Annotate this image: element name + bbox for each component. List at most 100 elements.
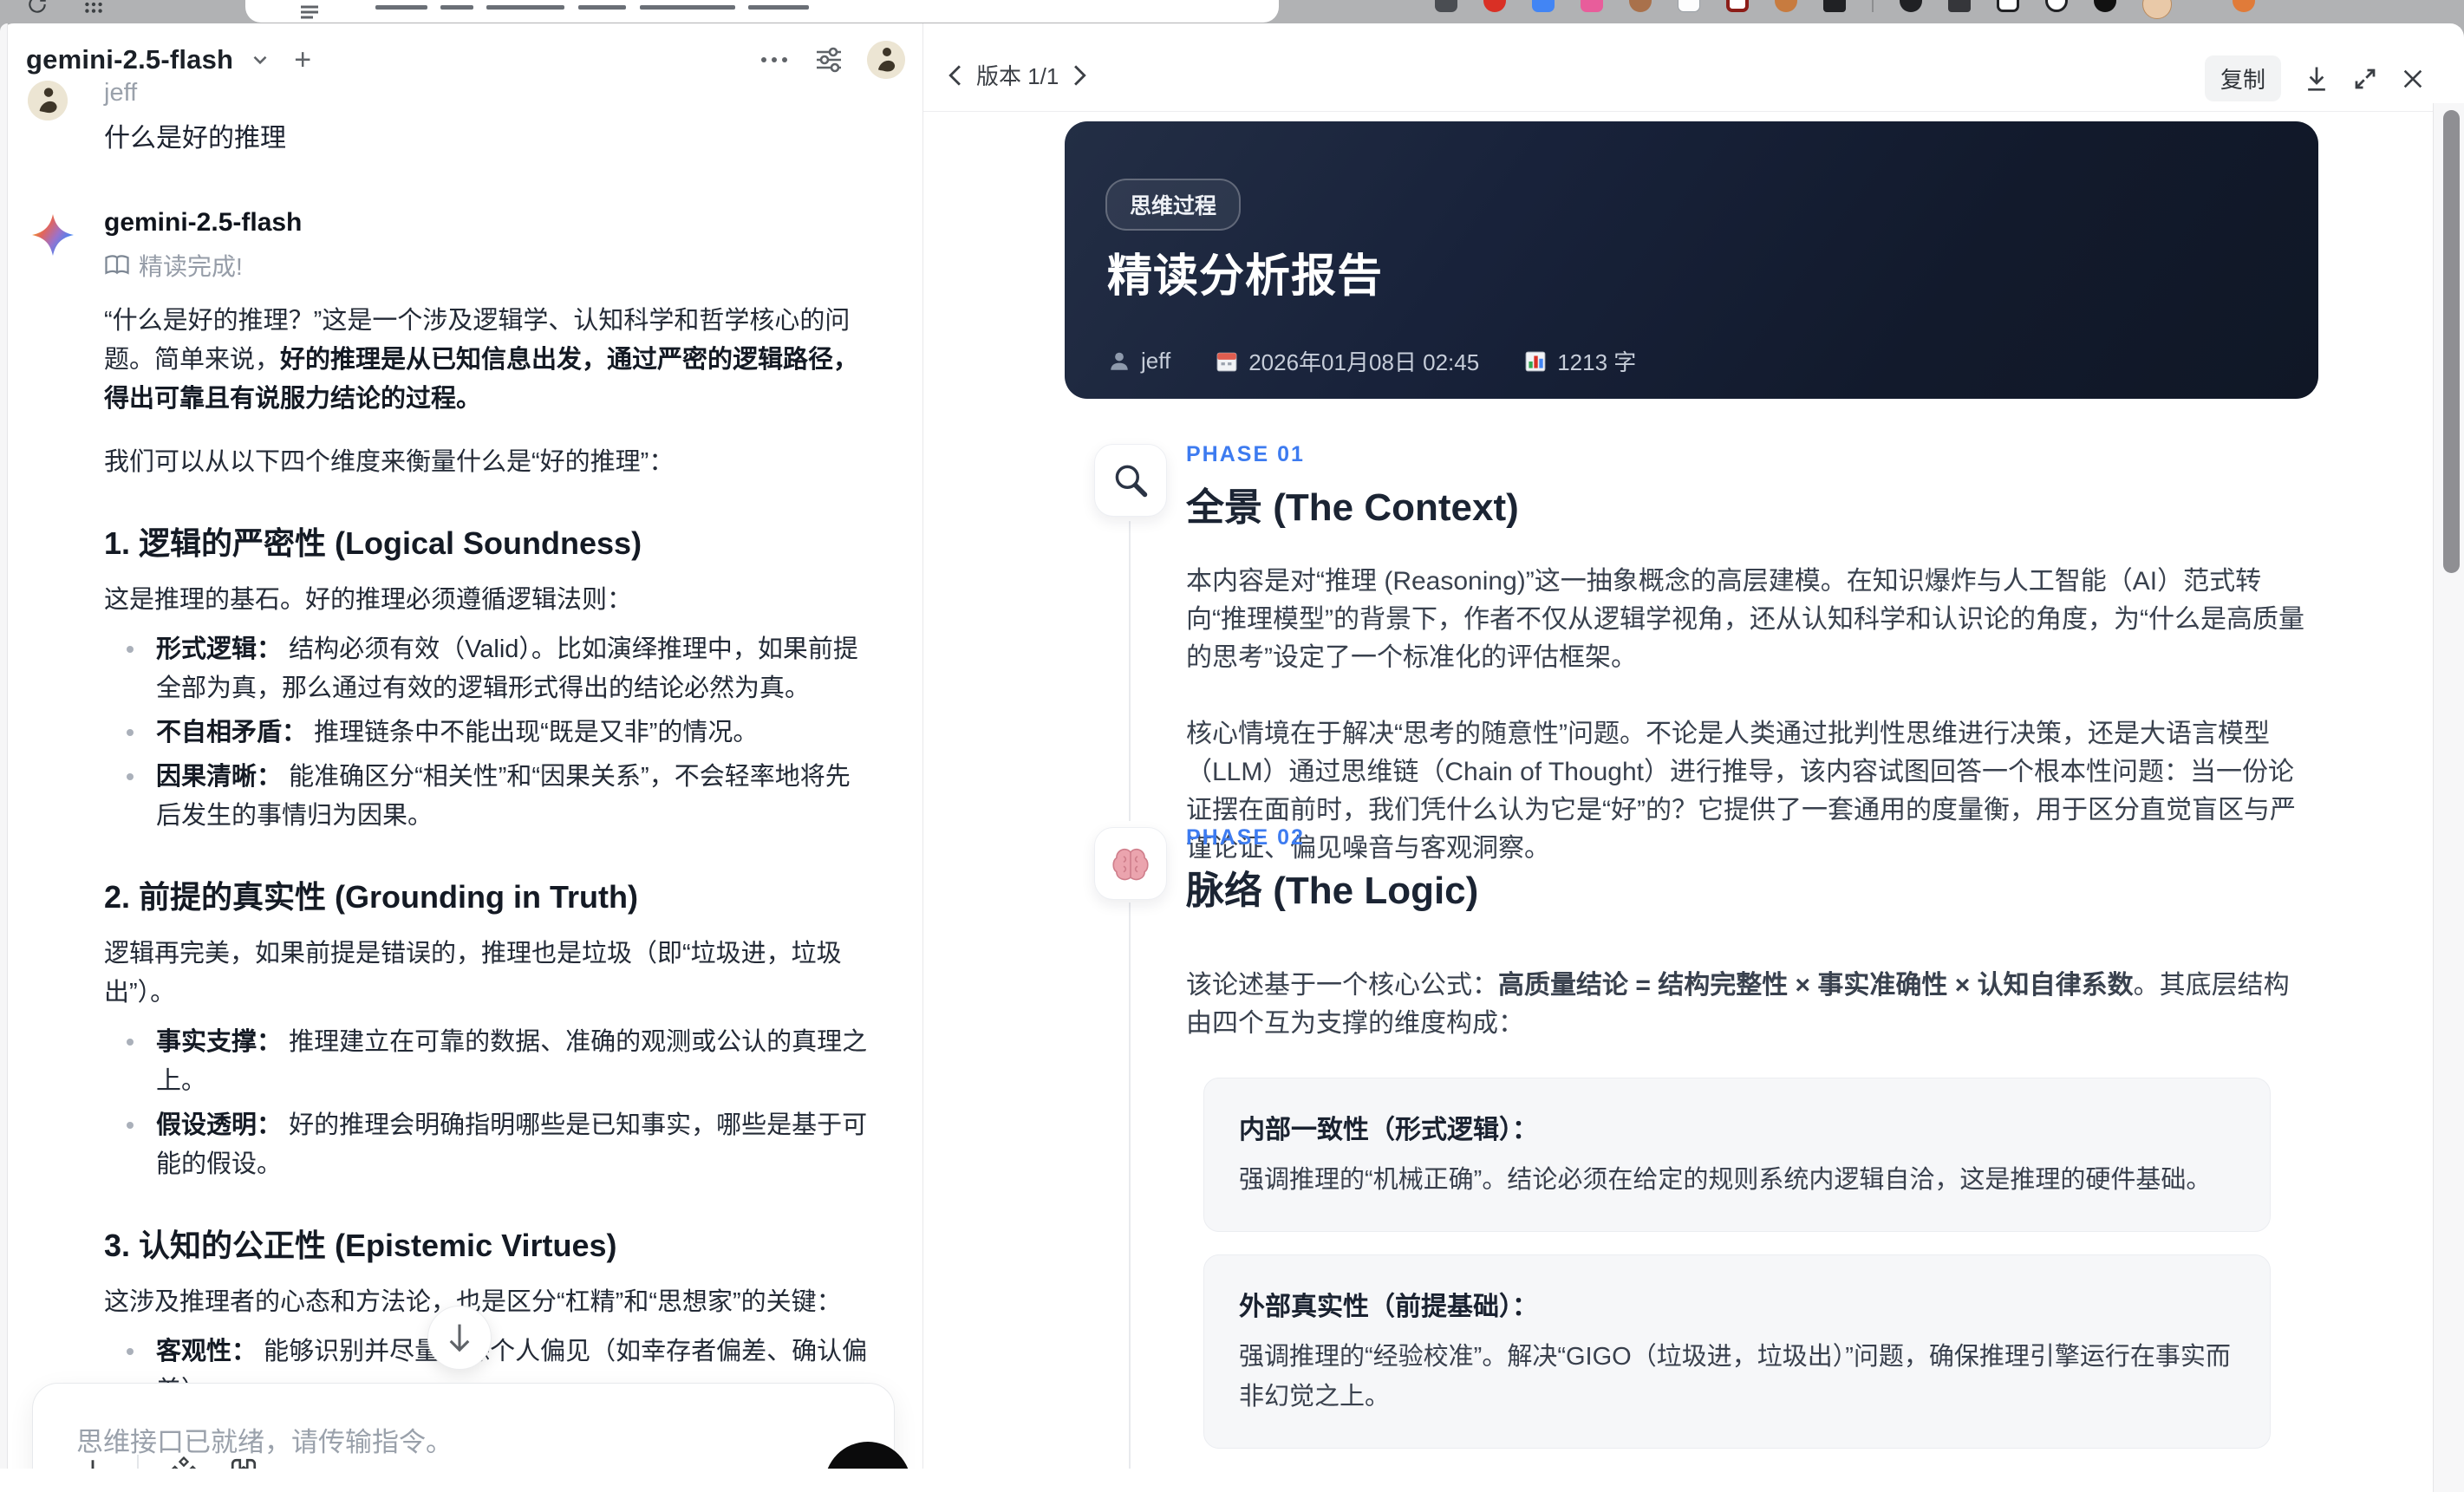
assistant-paragraph: 我们可以从以下四个维度来衡量什么是“好的推理”： [104,443,872,482]
section-grounding-in-truth: 2. 前提的真实性 (Grounding in Truth) 逻辑再完美，如果前… [104,872,872,1184]
magnifier-icon [1111,461,1150,499]
user-avatar [28,81,68,121]
close-icon[interactable] [2401,67,2425,91]
extension-icons[interactable] [1435,0,2255,19]
extension-icon[interactable] [1483,0,1506,12]
extension-icon[interactable] [2045,0,2068,12]
expand-icon[interactable] [2352,66,2378,92]
extension-icon[interactable] [1726,0,1749,12]
list-item: 不自相矛盾： 推理链条中不能出现“既是又非”的情况。 [104,713,872,753]
menu-icon [299,3,320,21]
section-title: 1. 逻辑的严密性 (Logical Soundness) [104,518,872,564]
extension-icon[interactable] [1532,0,1555,12]
user-avatar[interactable] [867,41,905,79]
phase-paragraph: 该论述基于一个核心公式：高质量结论 = 结构完整性 × 事实准确性 × 认知自律… [1186,967,2306,1043]
chat-header: gemini-2.5-flash + [26,39,905,81]
section-title: 3. 认知的公正性 (Epistemic Virtues) [104,1221,872,1266]
screen: gemini-2.5-flash + je [0,0,2464,1469]
assistant-status: 精读完成! [104,248,872,283]
scrollbar-thumb[interactable] [2443,110,2460,573]
scroll-to-bottom-button[interactable] [427,1306,492,1370]
window-edge-rail [0,23,8,1469]
section-desc: 逻辑再完美，如果前提是错误的，推理也是垃圾（即“垃圾进，垃圾出”）。 [104,935,872,1013]
settings-sliders-icon[interactable] [815,47,843,73]
extension-icon[interactable] [1997,0,2019,12]
section-desc: 这涉及推理者的心态和方法论，也是区分“杠精”和“思想家”的关键： [104,1283,872,1322]
extension-icon[interactable] [1948,0,1971,12]
gemini-logo-icon [31,213,75,257]
wordcount-meta: 1213 字 [1524,345,1636,377]
phase-icon-card [1094,444,1167,517]
phase-label: PHASE 01 [1186,442,2306,467]
download-icon[interactable] [2304,65,2330,93]
phase-context: PHASE 01 全景 (The Context) 本内容是对“推理 (Reas… [923,442,2433,868]
date-meta: 2026年01月08日 02:45 [1216,345,1479,377]
dimension-card-external-truth: 外部真实性（前提基础）： 强调推理的“经验校准”。解决“GIGO（垃圾进，垃圾出… [1203,1254,2271,1449]
report-content: 思维过程 精读分析报告 jeff 2026年01月08日 02:45 1213 … [923,112,2433,1469]
extension-icon[interactable] [1629,0,1652,12]
section-logical-soundness: 1. 逻辑的严密性 (Logical Soundness) 这是推理的基石。好的… [104,518,872,836]
card-body: 强调推理的“经验校准”。解决“GIGO（垃圾进，垃圾出）”问题，确保推理引擎运行… [1239,1337,2235,1417]
section-desc: 这是推理的基石。好的推理必须遵循逻辑法则： [104,581,872,620]
attach-plus-icon[interactable] [78,1456,108,1469]
assistant-message: gemini-2.5-flash 精读完成! “什么是好的推理？”这是一个涉及逻… [104,208,872,1469]
phase-paragraph: 本内容是对“推理 (Reasoning)”这一抽象概念的高层建模。在知识爆炸与人… [1186,563,2306,677]
reload-icon[interactable] [26,0,49,16]
chevron-left-icon[interactable] [945,64,964,87]
user-message: jeff 什么是好的推理 [104,79,870,154]
dimension-card-internal-consistency: 内部一致性（形式逻辑）： 强调推理的“机械正确”。结论必须在给定的规则系统内逻辑… [1203,1078,2271,1232]
phase-logic: PHASE 02 脉络 (The Logic) 该论述基于一个核心公式：高质量结… [923,825,2433,1469]
bookmark-icon[interactable] [229,1456,258,1469]
card-body: 强调推理的“机械正确”。结论必须在给定的规则系统内逻辑自洽，这是推理的硬件基础。 [1239,1160,2235,1200]
assistant-name: gemini-2.5-flash [104,208,872,238]
chevron-down-icon[interactable] [249,49,271,71]
message-author: jeff [104,79,870,108]
report-title: 精读分析报告 [1107,239,1383,304]
report-badge: 思维过程 [1105,179,1241,231]
version-navigator: 版本 1/1 [945,59,1090,91]
extension-icon[interactable] [1823,0,1846,12]
address-bar[interactable] [245,0,1279,23]
extension-icon[interactable] [2094,0,2116,12]
voice-input-button[interactable] [825,1442,911,1469]
card-title: 外部真实性（前提基础）： [1239,1285,2235,1323]
chat-panel: gemini-2.5-flash + je [8,23,922,1469]
model-selector[interactable]: gemini-2.5-flash [26,44,233,75]
report-meta: jeff 2026年01月08日 02:45 1213 字 [1108,345,1636,377]
message-composer[interactable]: 思维接口已就绪，请传输指令。 [32,1383,895,1469]
author-meta: jeff [1108,348,1170,375]
report-header-card: 思维过程 精读分析报告 jeff 2026年01月08日 02:45 1213 … [1065,121,2318,399]
version-label: 版本 1/1 [976,59,1059,91]
book-icon [104,254,130,277]
extension-icon[interactable] [1678,0,1700,12]
arrow-down-icon [446,1322,473,1353]
section-title: 2. 前提的真实性 (Grounding in Truth) [104,872,872,917]
scrollbar-track[interactable] [2433,103,2464,1492]
modes-diamonds-icon[interactable] [168,1456,199,1469]
extension-icon[interactable] [1900,0,1922,12]
phase-title: 脉络 (The Logic) [1186,859,2306,915]
calendar-icon [1216,350,1238,373]
profile-avatar[interactable] [2142,0,2172,19]
brain-icon [1111,845,1151,882]
person-icon [1108,350,1131,373]
list-item: 形式逻辑： 结构必须有效（Valid）。比如演绎推理中，如果前提全部为真，那么通… [104,630,872,708]
toolbar-divider [1872,0,1874,12]
bar-chart-icon [1524,350,1547,373]
chevron-right-icon[interactable] [1071,64,1090,87]
more-options-icon[interactable] [759,55,789,65]
extension-icon[interactable] [1435,0,1457,12]
extension-icon[interactable] [2233,0,2255,12]
extension-icon[interactable] [1775,0,1797,12]
phase-label: PHASE 02 [1186,825,2306,850]
apps-grid-icon[interactable] [82,0,105,16]
composer-placeholder[interactable]: 思维接口已就绪，请传输指令。 [76,1420,453,1459]
app-window: gemini-2.5-flash + je [0,23,2464,1469]
card-title: 内部一致性（形式逻辑）： [1239,1108,2235,1146]
new-chat-button[interactable]: + [294,43,311,77]
extension-icon[interactable] [1581,0,1603,12]
copy-button[interactable]: 复制 [2205,55,2281,101]
assistant-paragraph: “什么是好的推理？”这是一个涉及逻辑学、认知科学和哲学核心的问题。简单来说，好的… [104,302,872,419]
dimension-cards: 内部一致性（形式逻辑）： 强调推理的“机械正确”。结论必须在给定的规则系统内逻辑… [1203,1078,2271,1469]
composer-divider [137,1455,139,1469]
